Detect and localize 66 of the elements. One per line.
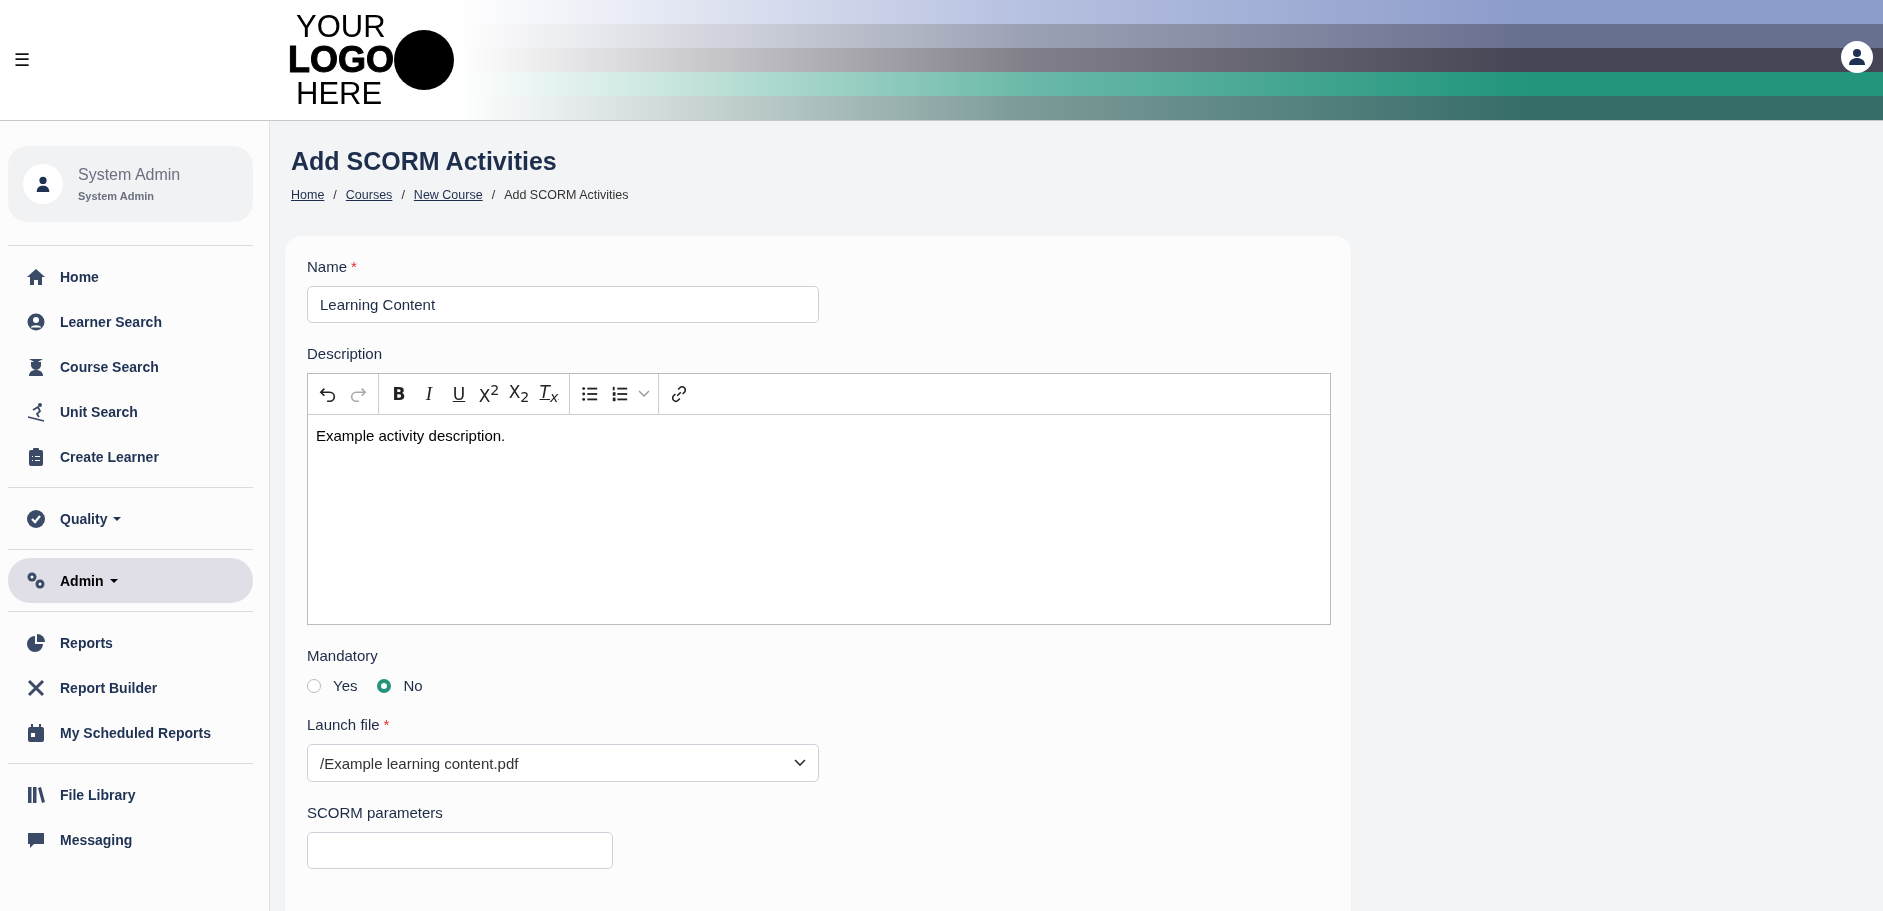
field-label: Description — [307, 345, 383, 363]
breadcrumb-current: Add SCORM Activities — [504, 188, 629, 202]
sidebar-item[interactable]: Report Builder — [8, 665, 253, 710]
required-asterisk: * — [351, 258, 357, 276]
required-asterisk: * — [383, 716, 390, 734]
sidebar-item[interactable]: Messaging — [8, 817, 253, 862]
user-icon — [1847, 47, 1867, 67]
italic-button[interactable]: I — [415, 379, 443, 409]
sidebar-item[interactable]: Quality — [8, 496, 253, 541]
clear-button[interactable]: T$_{x}$ — [535, 379, 563, 409]
sidebar-item[interactable]: Create Learner — [8, 434, 253, 479]
radio-label: No — [403, 677, 423, 694]
launch-file-dropdown[interactable]: /Example learning content.pdf — [307, 744, 819, 782]
sidebar-item[interactable]: File Library — [8, 772, 253, 817]
page-title: Add SCORM Activities — [291, 147, 558, 176]
user-avatar-icon — [23, 164, 63, 204]
redo-icon — [349, 385, 367, 403]
plain-button[interactable]: X$^{2}$ — [475, 379, 503, 409]
parameters-input-field[interactable] — [307, 832, 613, 869]
field-label: Mandatory — [307, 647, 378, 665]
sidebar-item[interactable]: Unit Search — [8, 389, 253, 434]
user-icon — [26, 311, 46, 332]
gears-icon — [26, 570, 46, 591]
radio-button[interactable] — [307, 678, 321, 693]
grad-icon — [26, 356, 46, 377]
caret-icon — [638, 390, 650, 398]
menu-button[interactable]: ☰ — [10, 49, 34, 71]
breadcrumb-separator: / — [401, 188, 405, 202]
breadcrumb-link[interactable]: New Course — [413, 188, 483, 202]
breadcrumb-link[interactable]: Courses — [345, 188, 393, 202]
user-name: System Admin — [78, 166, 181, 184]
editor-text[interactable]: Example activity description. — [308, 415, 1330, 624]
undo-icon — [319, 385, 337, 403]
field-label: SCORM parameters — [307, 804, 443, 822]
link-icon — [670, 385, 688, 403]
logo: YOUR LOGO HERE — [288, 8, 458, 112]
sidebar-item[interactable]: Reports — [8, 620, 253, 665]
radio-label: Yes — [333, 677, 358, 694]
chevron-down-icon — [794, 759, 806, 767]
bold-button[interactable]: B — [385, 379, 413, 409]
breadcrumb-separator: / — [491, 188, 496, 202]
sidebar-item[interactable]: Admin — [8, 558, 253, 603]
sidebar-item[interactable]: My Scheduled Reports — [8, 710, 253, 755]
sidebar-item[interactable]: Learner Search — [8, 299, 253, 344]
breadcrumb-link[interactable]: Home — [291, 188, 325, 202]
caret-icon — [113, 516, 122, 521]
bulleted-list-icon — [581, 385, 599, 403]
pie-icon — [26, 632, 46, 653]
breadcrumb-separator: / — [333, 188, 337, 202]
home-icon — [26, 266, 46, 287]
sidebar-item[interactable]: Home — [8, 254, 253, 299]
clip-icon — [26, 446, 46, 467]
underline-button[interactable]: U — [445, 379, 473, 409]
user-role: System Admin — [78, 190, 155, 202]
numbered-list-icon — [611, 385, 629, 403]
ski-icon — [26, 401, 46, 422]
caret-icon — [109, 578, 118, 583]
books-icon — [26, 784, 46, 805]
field-label: Name — [307, 258, 347, 276]
field-label: Launch file — [307, 716, 380, 734]
name-input-field[interactable]: Learning Content — [307, 286, 819, 323]
radio-button[interactable] — [377, 678, 392, 693]
plain-button[interactable]: X$_{2}$ — [505, 379, 533, 409]
cal-icon — [26, 722, 46, 743]
check-icon — [26, 508, 46, 529]
sidebar-item[interactable]: Course Search — [8, 344, 253, 389]
